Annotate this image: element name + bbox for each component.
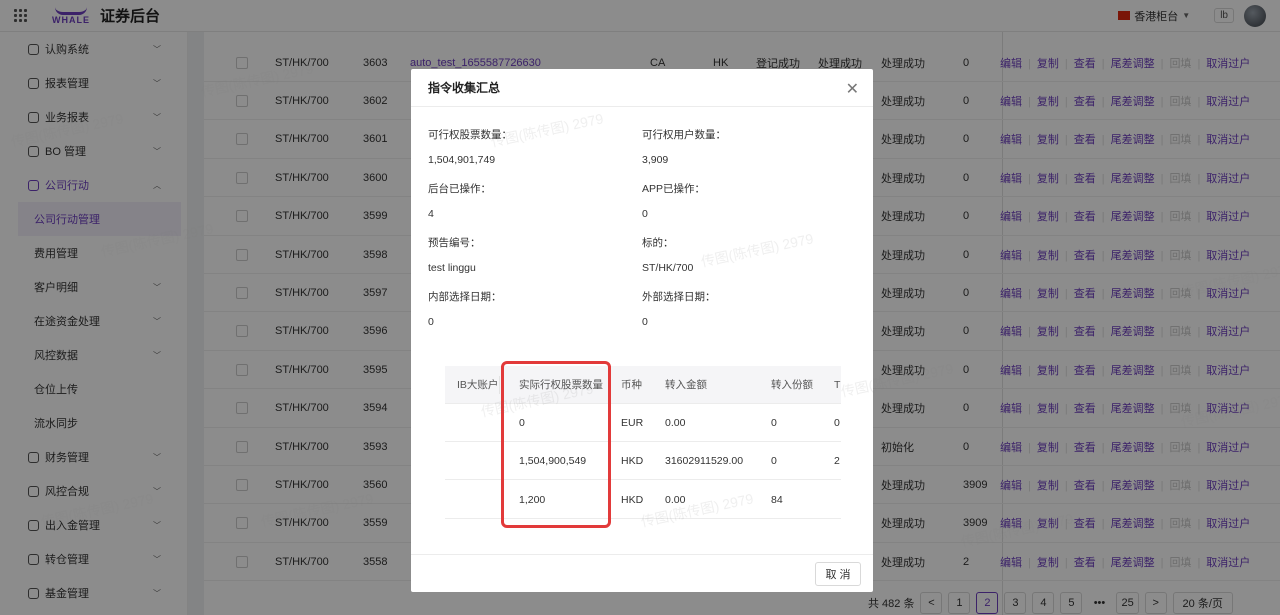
highlight-box — [501, 361, 611, 528]
table-cell: 0 — [771, 417, 777, 429]
table-cell: EUR — [621, 417, 644, 429]
column-divider — [499, 376, 500, 394]
field-value: 3,909 — [642, 154, 669, 166]
table-cell: 0 — [834, 417, 840, 429]
header-cell: IB大账户 — [457, 379, 499, 391]
header-cell: T — [834, 378, 841, 391]
field-label: APP已操作： — [642, 183, 706, 195]
table-cell: 84 — [771, 493, 783, 506]
table-cell: HKD — [621, 493, 644, 506]
header-cell: 转入份额 — [771, 379, 813, 391]
close-icon[interactable]: ✕ — [846, 79, 859, 99]
field-value: 0 — [642, 316, 648, 328]
field-value: 0 — [642, 208, 648, 220]
field-label: 可行权用户数量： — [642, 129, 726, 141]
table-cell: 31602911529.00 — [665, 455, 744, 468]
table-cell: HKD — [621, 455, 644, 468]
field-label: 标的： — [642, 237, 674, 249]
header-cell: 转入金额 — [665, 379, 707, 391]
instruction-summary-modal: 指令收集汇总 ✕ 可行权股票数量： 1,504,901,749 可行权用户数量： 3,… — [411, 69, 873, 592]
table-cell: 0 — [771, 455, 777, 468]
cancel-button[interactable]: 取 消 — [815, 562, 861, 586]
table-cell: 0.00 — [665, 493, 686, 506]
field-label: 内部选择日期： — [428, 291, 502, 303]
field-value: test linggu — [428, 262, 476, 274]
field-label: 可行权股票数量： — [428, 129, 512, 141]
field-value: 1,504,901,749 — [428, 154, 496, 166]
field-value: ST/HK/700 — [642, 262, 694, 274]
modal-title: 指令收集汇总 — [428, 81, 501, 95]
field-label: 后台已操作： — [428, 183, 491, 195]
header-cell: 币种 — [621, 379, 642, 391]
field-label: 外部选择日期： — [642, 291, 716, 303]
field-value: 4 — [428, 208, 434, 220]
table-cell: 2 — [834, 455, 840, 468]
field-label: 预告编号： — [428, 237, 481, 249]
field-value: 0 — [428, 316, 434, 328]
table-cell: 0.00 — [665, 417, 686, 429]
